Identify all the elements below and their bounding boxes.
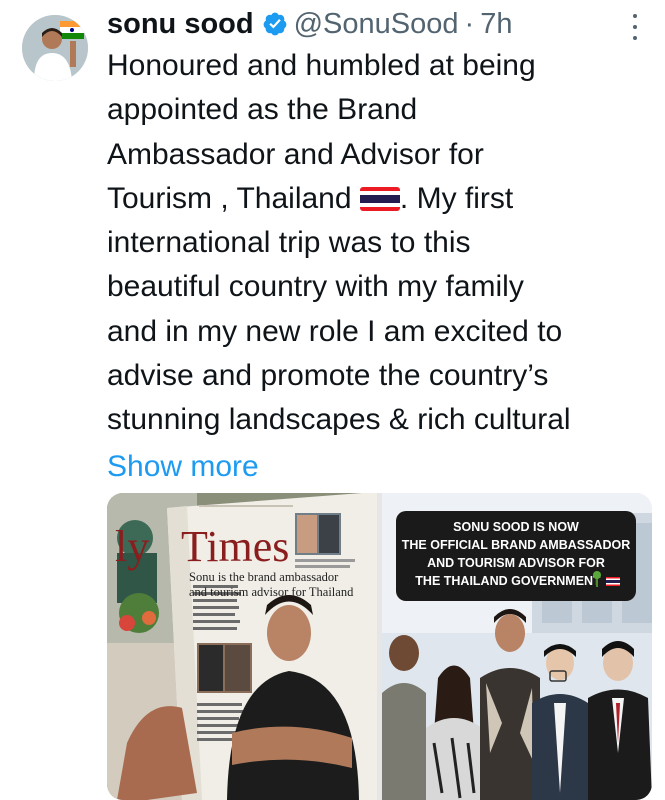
author-name[interactable]: sonu sood: [107, 8, 254, 41]
group-photo[interactable]: SONU SOOD IS NOW THE OFFICIAL BRAND AMBA…: [382, 493, 652, 800]
tweet-line: Ambassador and Advisor for: [107, 137, 484, 171]
masthead: Times: [181, 522, 289, 571]
avatar-image: [22, 15, 88, 81]
separator: ·: [464, 7, 475, 40]
verified-badge-icon: [263, 12, 286, 36]
tweet-text-segment: Tourism , Thailand: [107, 181, 352, 215]
tweet-line: Honoured and humbled at being: [107, 49, 536, 82]
more-options-icon[interactable]: [630, 14, 640, 40]
author-handle[interactable]: @SonuSood: [294, 8, 459, 41]
show-more-link[interactable]: Show more: [107, 445, 652, 489]
banner-line-1: SONU SOOD IS NOW: [453, 520, 579, 534]
banner-line-2: THE OFFICIAL BRAND AMBASSADOR: [402, 538, 630, 552]
tweet-line: and in my new role I am excited to: [107, 314, 563, 348]
tweet-line: advise and promote the country’s: [107, 359, 549, 393]
banner-line-3: AND TOURISM ADVISOR FOR: [427, 556, 605, 570]
banner-line-4: THE THAILAND GOVERNMENT: [415, 574, 601, 588]
timestamp[interactable]: 7h: [480, 8, 512, 41]
tweet-line: international trip was to this: [107, 226, 471, 260]
newspaper-photo[interactable]: ly Times Sonu is the brand ambassador an…: [107, 493, 377, 800]
thailand-flag-icon: [359, 186, 400, 211]
masthead-prefix: ly: [115, 522, 149, 571]
tweet-line-flag: Tourism , Thailand . My first: [107, 177, 652, 221]
tweet-line: stunning landscapes & rich cultural: [107, 403, 571, 437]
media-grid: ly Times Sonu is the brand ambassador an…: [107, 493, 652, 800]
tweet-line: appointed as the Brand: [107, 93, 418, 127]
newspaper-headline-1: Sonu is the brand ambassador: [189, 570, 339, 584]
tweet-text-segment: . My first: [399, 181, 514, 215]
newspaper-headline-2: and tourism advisor for Thailand: [189, 585, 354, 599]
tweet-text: Honoured and humbled at being appointed …: [107, 44, 652, 489]
tweet-header: sonu sood @SonuSood · 7h: [107, 5, 512, 43]
avatar[interactable]: [22, 15, 88, 81]
tweet-line: beautiful country with my family: [107, 270, 524, 304]
